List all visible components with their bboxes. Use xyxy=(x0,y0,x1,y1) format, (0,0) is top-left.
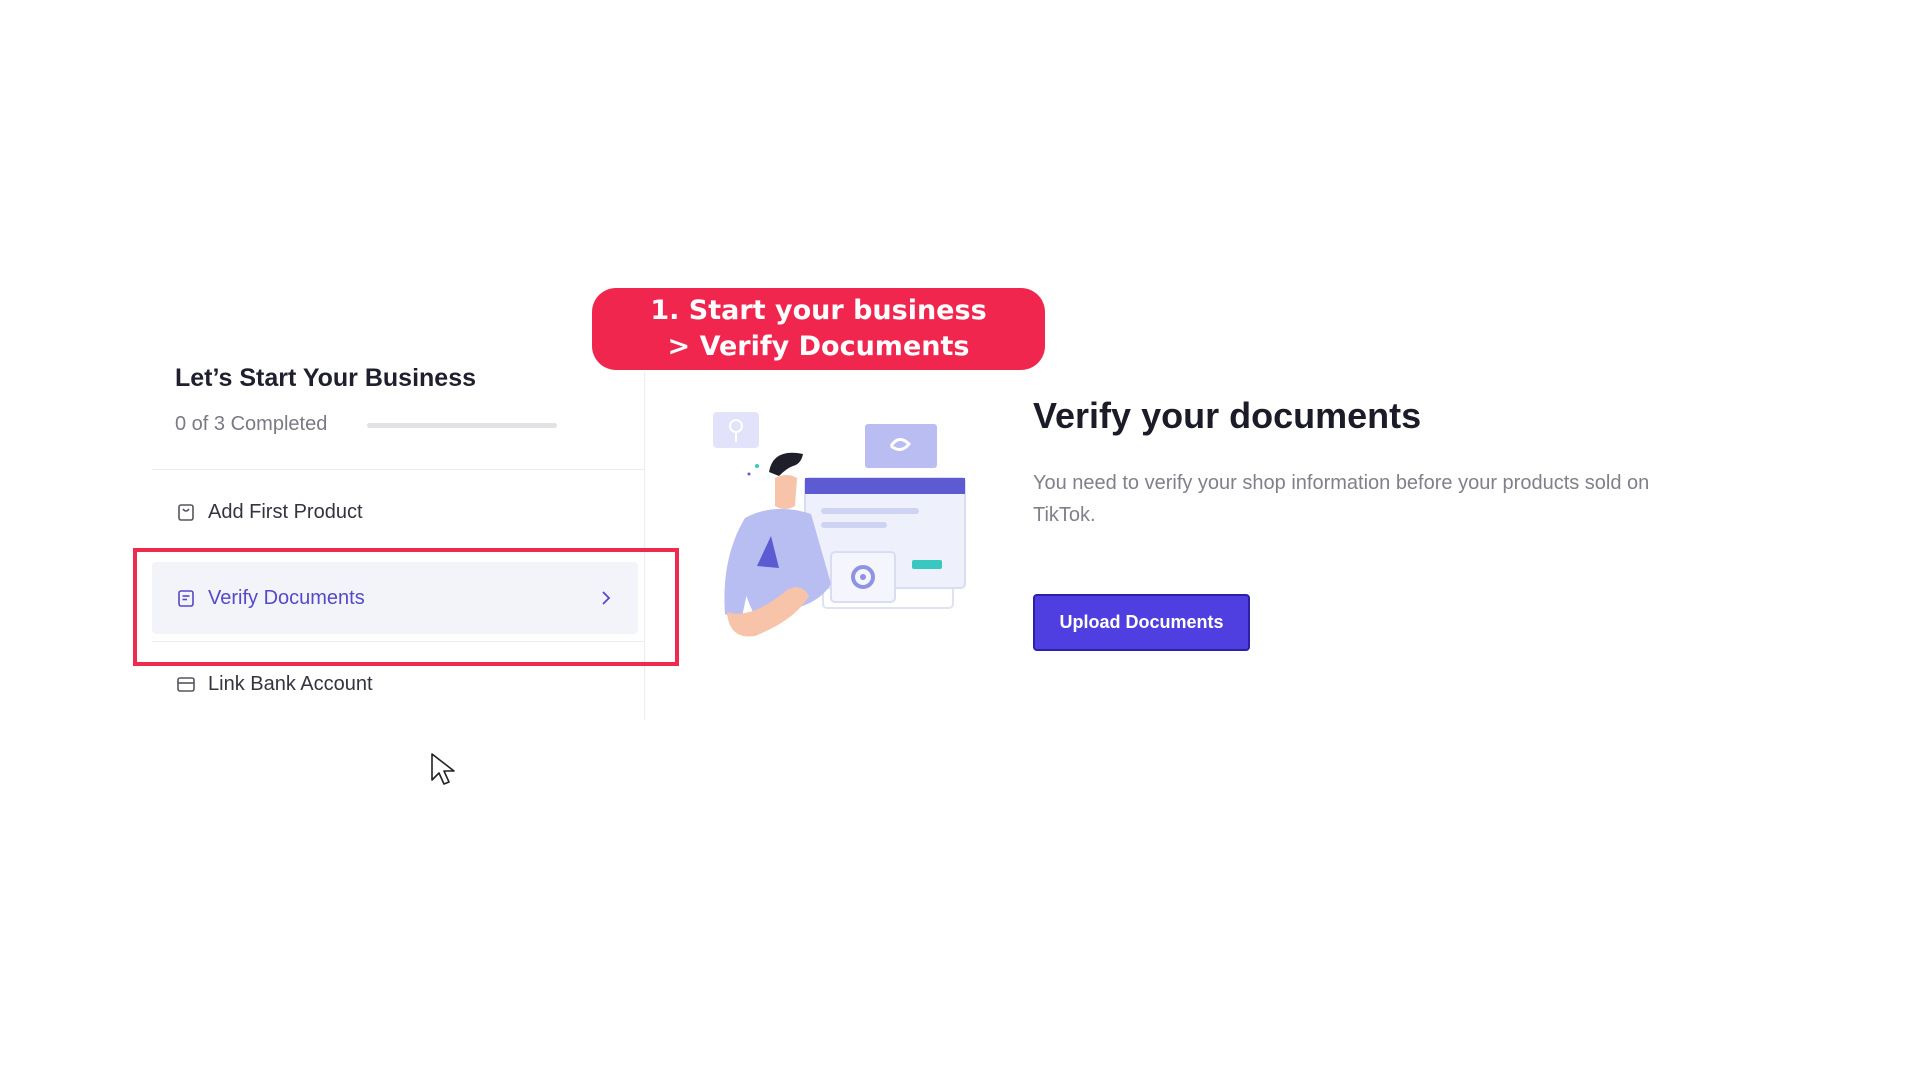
page-description: You need to verify your shop information… xyxy=(1033,472,1650,526)
callout-line-1: 1. Start your business xyxy=(650,295,987,326)
panel-title: Let’s Start Your Business xyxy=(175,364,477,392)
task-add-first-product[interactable]: Add First Product xyxy=(152,476,638,548)
credit-card-icon xyxy=(177,677,195,692)
upload-documents-button[interactable]: Upload Documents xyxy=(1033,594,1250,651)
onboarding-screen: 1. Start your business > Verify Document… xyxy=(0,0,1920,1080)
page-heading: Verify your documents xyxy=(1033,395,1422,436)
tutorial-callout: 1. Start your business > Verify Document… xyxy=(592,288,1045,370)
verify-documents-illustration xyxy=(713,412,966,637)
task-label: Add First Product xyxy=(208,500,363,523)
highlight-box xyxy=(133,548,679,666)
progress-bar xyxy=(367,423,557,428)
mouse-cursor-icon xyxy=(431,753,455,785)
callout-line-2: > Verify Documents xyxy=(667,331,970,362)
progress-text: 0 of 3 Completed xyxy=(175,413,328,435)
divider xyxy=(152,469,644,470)
shopping-bag-icon xyxy=(178,504,194,521)
task-label: Link Bank Account xyxy=(208,672,373,695)
panel-divider xyxy=(644,372,645,720)
